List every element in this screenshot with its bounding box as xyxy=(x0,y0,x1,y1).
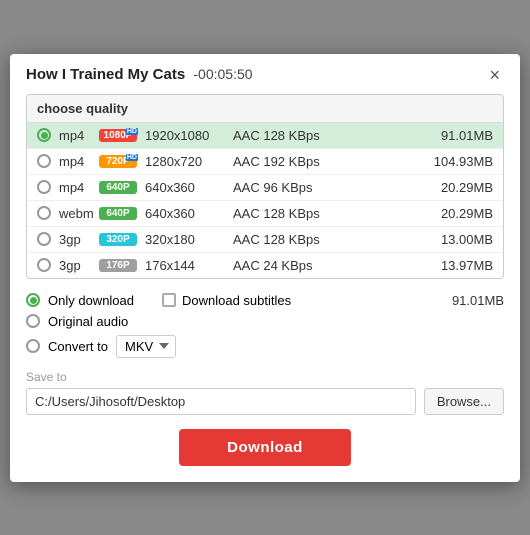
saveto-label: Save to xyxy=(26,370,504,384)
aac-label: AAC 192 KBps xyxy=(233,154,333,169)
download-area: Download xyxy=(26,429,504,466)
quality-radio[interactable] xyxy=(37,154,51,168)
convert-to-radio[interactable] xyxy=(26,339,40,353)
original-audio-row: Original audio xyxy=(26,314,504,329)
format-label: 3gp xyxy=(59,232,91,247)
quality-badge: 1080PHD xyxy=(99,129,137,142)
resolution-label: 640x360 xyxy=(145,180,225,195)
format-label: mp4 xyxy=(59,154,91,169)
only-download-row: Only download Download subtitles 91.01MB xyxy=(26,293,504,308)
quality-row[interactable]: mp4 640P 640x360 AAC 96 KBps 20.29MB xyxy=(27,175,503,201)
dialog-header: How I Trained My Cats -00:05:50 × xyxy=(26,66,504,84)
size-label: 13.00MB xyxy=(441,232,493,247)
dialog-title: How I Trained My Cats -00:05:50 xyxy=(26,66,253,83)
original-audio-label: Original audio xyxy=(48,314,128,329)
subtitle-label: Download subtitles xyxy=(182,293,291,308)
aac-label: AAC 24 KBps xyxy=(233,258,333,273)
convert-format-select[interactable]: MKVMP4AVIMOVMP3 xyxy=(116,335,176,358)
quality-badge: 640P xyxy=(99,181,137,194)
resolution-label: 320x180 xyxy=(145,232,225,247)
only-download-label: Only download xyxy=(48,293,134,308)
subtitle-checkbox[interactable] xyxy=(162,293,176,307)
convert-to-label: Convert to xyxy=(48,339,108,354)
format-label: 3gp xyxy=(59,258,91,273)
quality-box: choose quality mp4 1080PHD 1920x1080 AAC 12… xyxy=(26,94,504,279)
browse-button[interactable]: Browse... xyxy=(424,388,504,415)
resolution-label: 640x360 xyxy=(145,206,225,221)
quality-radio[interactable] xyxy=(37,180,51,194)
size-label: 91.01MB xyxy=(441,128,493,143)
quality-radio[interactable] xyxy=(37,258,51,272)
quality-radio[interactable] xyxy=(37,206,51,220)
quality-row[interactable]: mp4 1080PHD 1920x1080 AAC 128 KBps 91.01MB xyxy=(27,123,503,149)
quality-row[interactable]: 3gp 176P 176x144 AAC 24 KBps 13.97MB xyxy=(27,253,503,278)
format-label: mp4 xyxy=(59,180,91,195)
quality-radio[interactable] xyxy=(37,128,51,142)
aac-label: AAC 96 KBps xyxy=(233,180,333,195)
selected-size: 91.01MB xyxy=(452,293,504,308)
quality-row[interactable]: 3gp 320P 320x180 AAC 128 KBps 13.00MB xyxy=(27,227,503,253)
saveto-row: Browse... xyxy=(26,388,504,415)
only-download-radio[interactable] xyxy=(26,293,40,307)
original-audio-radio[interactable] xyxy=(26,314,40,328)
resolution-label: 1920x1080 xyxy=(145,128,225,143)
saveto-section: Save to Browse... xyxy=(26,370,504,415)
quality-header: choose quality xyxy=(27,95,503,123)
quality-row[interactable]: webm 640P 640x360 AAC 128 KBps 20.29MB xyxy=(27,201,503,227)
quality-badge: 640P xyxy=(99,207,137,220)
aac-label: AAC 128 KBps xyxy=(233,206,333,221)
quality-radio[interactable] xyxy=(37,232,51,246)
resolution-label: 176x144 xyxy=(145,258,225,273)
dialog-duration: -00:05:50 xyxy=(193,66,252,82)
format-label: mp4 xyxy=(59,128,91,143)
quality-badge: 720PHD xyxy=(99,155,137,168)
quality-badge: 320P xyxy=(99,233,137,246)
dialog-title-text: How I Trained My Cats xyxy=(26,66,185,83)
size-label: 20.29MB xyxy=(441,180,493,195)
aac-label: AAC 128 KBps xyxy=(233,128,333,143)
close-button[interactable]: × xyxy=(485,66,504,84)
size-label: 13.97MB xyxy=(441,258,493,273)
options-area: Only download Download subtitles 91.01MB… xyxy=(26,293,504,358)
saveto-input[interactable] xyxy=(26,388,416,415)
subtitle-area: Download subtitles xyxy=(162,293,291,308)
aac-label: AAC 128 KBps xyxy=(233,232,333,247)
size-label: 20.29MB xyxy=(441,206,493,221)
size-label: 104.93MB xyxy=(434,154,493,169)
convert-to-row: Convert to MKVMP4AVIMOVMP3 xyxy=(26,335,504,358)
format-label: webm xyxy=(59,206,91,221)
dialog: How I Trained My Cats -00:05:50 × choose… xyxy=(10,54,520,482)
quality-badge: 176P xyxy=(99,259,137,272)
resolution-label: 1280x720 xyxy=(145,154,225,169)
quality-row[interactable]: mp4 720PHD 1280x720 AAC 192 KBps 104.93MB xyxy=(27,149,503,175)
download-button[interactable]: Download xyxy=(179,429,351,466)
